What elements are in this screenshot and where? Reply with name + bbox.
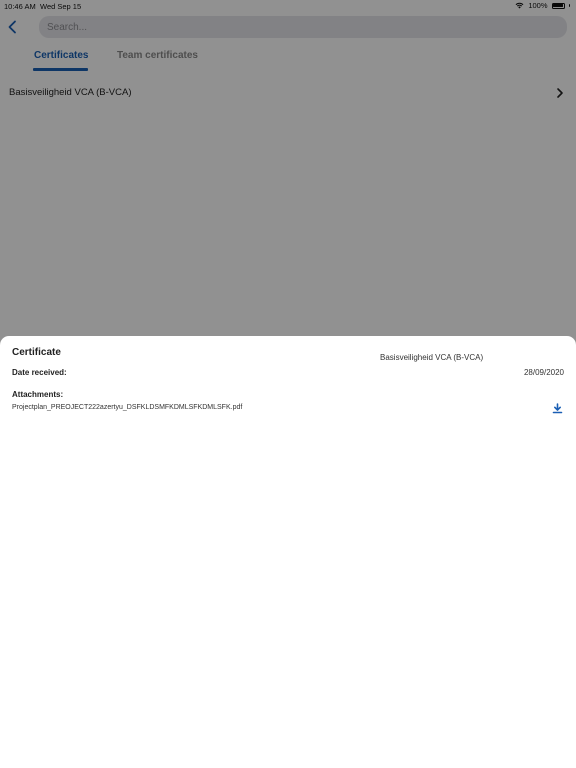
certificate-detail-sheet: Certificate Basisveiligheid VCA (B-VCA) … [0,336,576,768]
date-received-value: 28/09/2020 [523,368,564,377]
download-icon[interactable] [552,403,563,414]
attachments-label: Attachments: [12,390,64,399]
attachment-filename[interactable]: Projectplan_PREOJECT222azertyu_DSFKLDSMF… [12,404,242,411]
sheet-title: Certificate [12,347,61,358]
date-received-label: Date received: [12,368,67,377]
certificate-name: Basisveiligheid VCA (B-VCA) [380,353,484,362]
